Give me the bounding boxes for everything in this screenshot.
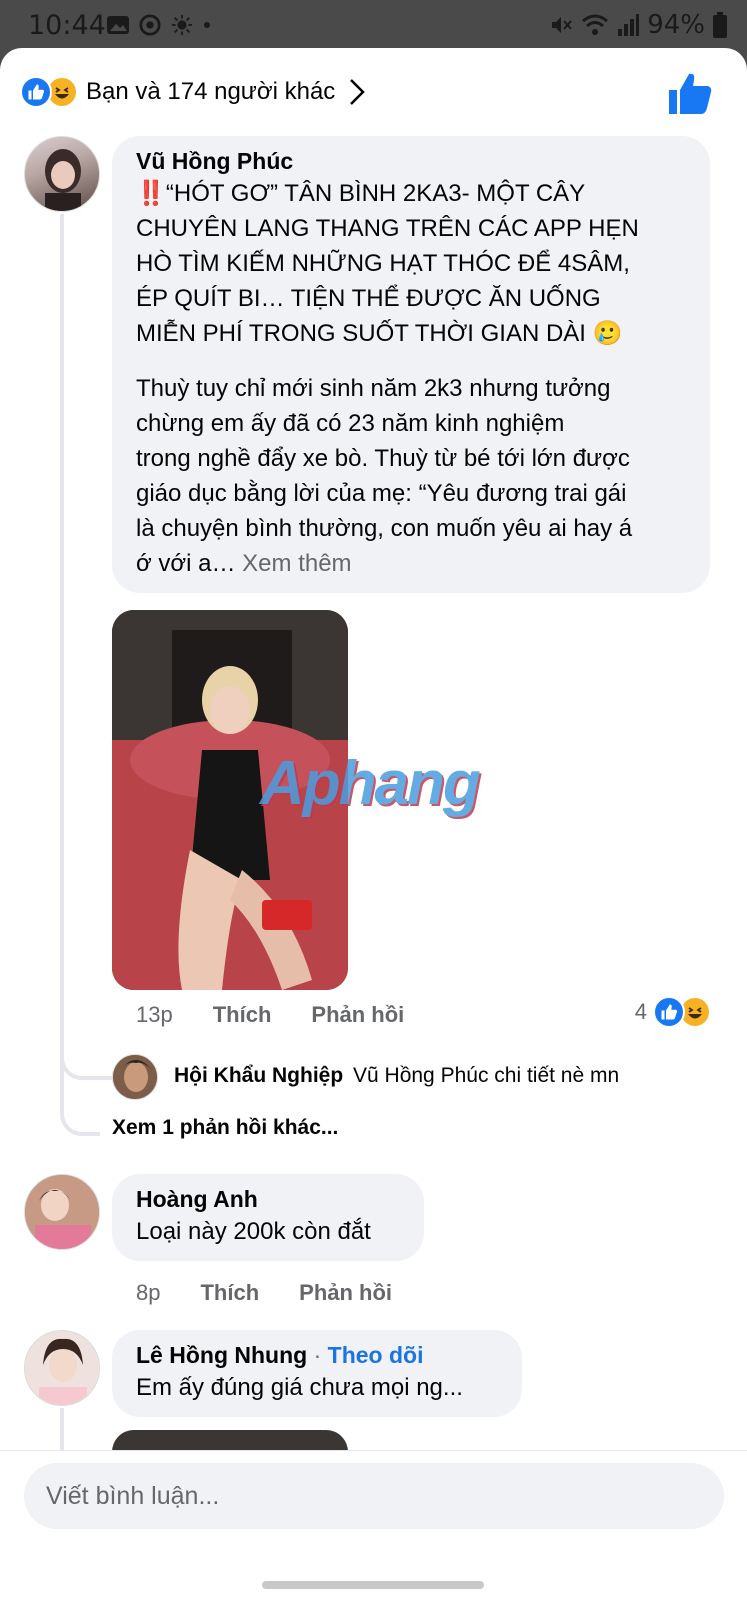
- watermark-logo: Aphang: [260, 749, 481, 818]
- status-bar: 10:44 94%: [0, 0, 747, 50]
- comment-author[interactable]: Vũ Hồng Phúc: [136, 146, 688, 176]
- name-separator: ·: [313, 1342, 322, 1368]
- comment-input[interactable]: [24, 1463, 724, 1529]
- thread-line: [60, 214, 64, 1114]
- avatar[interactable]: [24, 1330, 100, 1406]
- home-indicator[interactable]: [262, 1581, 484, 1589]
- comment-bubble: Lê Hồng Nhung · Theo dõi Em ấy đúng giá …: [112, 1330, 522, 1417]
- avatar[interactable]: [24, 1174, 100, 1250]
- dot-icon: [204, 22, 210, 28]
- comment-text: Em ấy đúng giá chưa mọi ng...: [136, 1374, 463, 1401]
- like-button[interactable]: Thích: [213, 1002, 272, 1028]
- view-more-replies[interactable]: Xem 1 phản hồi khác...: [112, 1116, 338, 1140]
- comment-text-line: HÒ TÌM KIẾM NHỮNG HẠT THÓC ĐỂ 4SÂM,: [136, 250, 630, 277]
- comment-reactions[interactable]: 4: [635, 996, 711, 1028]
- reply-author: Hội Khẩu Nghiệp: [174, 1064, 344, 1087]
- comment-bubble: Vũ Hồng Phúc ‼️“HÓT GƠ” TÂN BÌNH 2KA3- M…: [112, 136, 710, 593]
- comment-text: Loại này 200k còn đắt: [136, 1218, 371, 1245]
- reactions-summary-text: Bạn và 174 người khác: [86, 78, 336, 105]
- comment-actions: 8p Thích Phản hồi: [136, 1280, 392, 1306]
- avatar[interactable]: [24, 136, 100, 212]
- battery-icon: [713, 12, 727, 38]
- see-more-link[interactable]: Xem thêm: [242, 550, 351, 577]
- comment-text-line: ÉP QUÍT BI… TIỆN THỂ ĐƯỢC ĂN UỐNG: [136, 285, 601, 312]
- battery-percent: 94%: [647, 10, 705, 40]
- chevron-right-icon: [350, 79, 366, 105]
- thread-line: [60, 1098, 100, 1136]
- reactions-summary[interactable]: Bạn và 174 người khác: [20, 70, 366, 114]
- comment-time: 13p: [136, 1002, 173, 1027]
- comment-text-line: ớ với a…: [136, 550, 236, 577]
- comment-text-line: trong nghề đẩy xe bò. Thuỳ từ bé tới lớn…: [136, 445, 630, 472]
- mute-icon: [552, 17, 572, 33]
- comment-text-line: là chuyện bình thường, con muốn yêu ai h…: [136, 515, 633, 542]
- like-icon: [653, 996, 685, 1028]
- comment-text-line: chừng em ấy đã có 23 năm kinh nghiệm: [136, 410, 565, 437]
- follow-link[interactable]: Theo dõi: [328, 1342, 424, 1368]
- reply-button[interactable]: Phản hồi: [311, 1002, 404, 1028]
- brightness-icon: [171, 14, 193, 36]
- comment-author[interactable]: Hoàng Anh: [136, 1184, 402, 1214]
- comment-time: 8p: [136, 1280, 161, 1305]
- comment-text-line: CHUYÊN LANG THANG TRÊN CÁC APP HẸN: [136, 215, 639, 242]
- comment-actions: 13p Thích Phản hồi: [136, 1002, 404, 1028]
- like-button[interactable]: Thích: [200, 1280, 259, 1306]
- comment-text-line: MIỄN PHÍ TRONG SUỐT THỜI GIAN DÀI 🥲: [136, 320, 623, 347]
- comment-text-line: Thuỳ tuy chỉ mới sinh năm 2k3 nhưng tưởn…: [136, 375, 611, 402]
- avatar[interactable]: [112, 1054, 158, 1100]
- reaction-count: 4: [634, 999, 647, 1024]
- photo-icon: [107, 16, 129, 34]
- wifi-icon: [582, 14, 609, 35]
- comments-sheet: Bạn và 174 người khác Vũ Hồng Phúc ‼️“HÓ…: [0, 48, 747, 1600]
- reply-button[interactable]: Phản hồi: [299, 1280, 392, 1306]
- like-icon: [20, 76, 52, 108]
- composer-bar: [0, 1450, 747, 1600]
- thread-line: [60, 1048, 112, 1080]
- messenger-icon: [139, 14, 161, 36]
- comment-bubble: Hoàng Anh Loại này 200k còn đắt: [112, 1174, 424, 1261]
- status-time: 10:44: [28, 10, 106, 41]
- comment-text-line: ‼️“HÓT GƠ” TÂN BÌNH 2KA3- MỘT CÂY: [136, 180, 586, 207]
- reply-preview[interactable]: Hội Khẩu Nghiệp Vũ Hồng Phúc chi tiết nè…: [174, 1064, 619, 1088]
- signal-icon: [618, 14, 640, 36]
- comment-text-line: giáo dục bằng lời của mẹ: “Yêu đương tra…: [136, 480, 627, 507]
- like-icon[interactable]: [667, 70, 713, 116]
- reply-text: Vũ Hồng Phúc chi tiết nè mn: [353, 1064, 620, 1087]
- comment-author[interactable]: Lê Hồng Nhung: [136, 1342, 307, 1368]
